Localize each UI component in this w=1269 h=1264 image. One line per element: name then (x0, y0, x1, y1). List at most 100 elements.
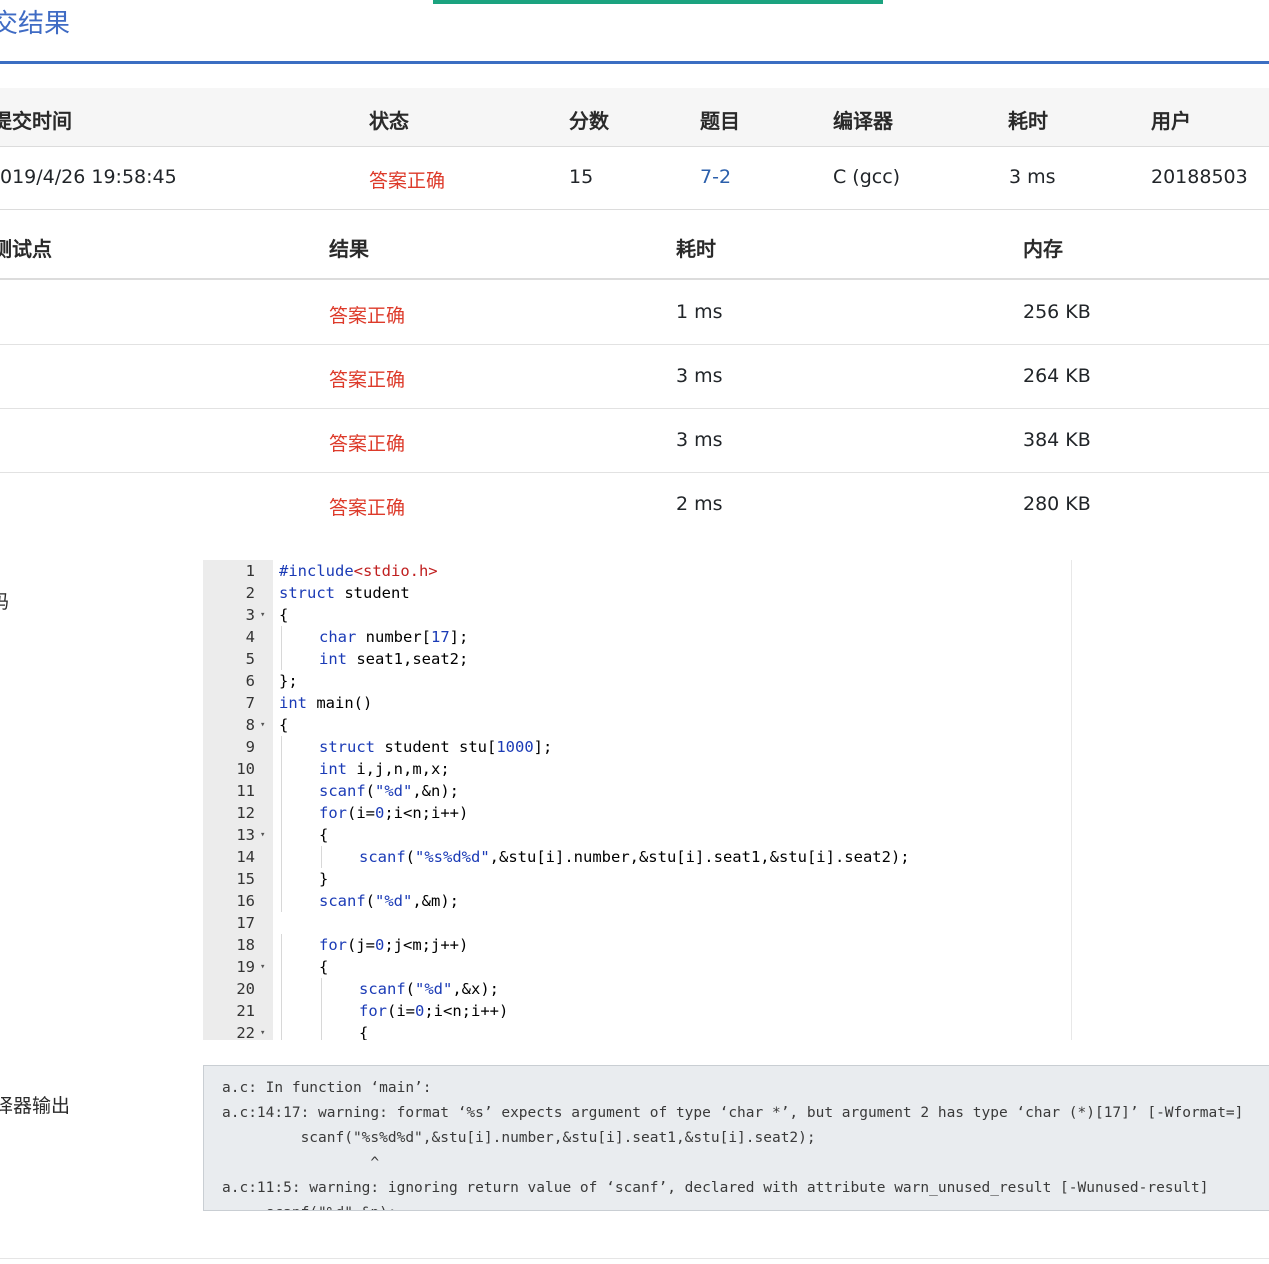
code-line: 7 int main() (203, 692, 1071, 714)
line-number: 4 (245, 628, 255, 646)
code-line: 16 scanf("%d",&m); (203, 890, 1071, 912)
testcase-memory: 280 KB (1023, 493, 1091, 515)
line-number: 8 (245, 716, 255, 734)
line-number: 16 (236, 892, 255, 910)
header-time-cost: 耗时 (1008, 109, 1048, 133)
code-line: 14 scanf("%s%d%d",&stu[i].number,&stu[i].… (203, 846, 1071, 868)
code-text: { (279, 716, 289, 734)
line-number: 9 (245, 738, 255, 756)
testcase-row: 答案正确 1 ms 256 KB (0, 281, 1269, 345)
code-text: scanf("%d",&x); (359, 980, 500, 998)
code-text: int main() (279, 694, 373, 712)
header-result: 结果 (329, 237, 369, 261)
code-text: } (319, 870, 329, 888)
line-number: 10 (236, 760, 255, 778)
testcase-time: 2 ms (676, 493, 723, 515)
header-submit-time: 提交时间 (0, 109, 72, 133)
submission-status: 答案正确 (369, 170, 446, 192)
testcase-result: 答案正确 (329, 433, 406, 455)
submission-duration: 3 ms (1009, 166, 1056, 188)
testcase-memory: 256 KB (1023, 301, 1091, 323)
code-label: 码 (0, 587, 9, 614)
line-number: 5 (245, 650, 255, 668)
code-line: 10 int i,j,n,m,x; (203, 758, 1071, 780)
code-line: 1 #include<stdio.h> (203, 560, 1071, 582)
line-number: 20 (236, 980, 255, 998)
compiler-output-text: a.c: In function ‘main’: a.c:14:17: warn… (222, 1080, 1244, 1210)
header-score: 分数 (569, 109, 609, 133)
code-line: 8 ▾ { (203, 714, 1071, 736)
submission-score: 15 (569, 166, 594, 188)
submission-table-header: 提交时间 状态 分数 题目 编译器 耗时 用户 (0, 88, 1269, 147)
line-number: 13 (236, 826, 255, 844)
fold-arrow-icon[interactable]: ▾ (260, 824, 268, 846)
testcase-row: 答案正确 3 ms 384 KB (0, 409, 1269, 473)
line-number: 2 (245, 584, 255, 602)
problem-link[interactable]: 7-2 (700, 166, 731, 188)
line-number: 11 (236, 782, 255, 800)
submission-compiler: C (gcc) (833, 166, 901, 188)
code-text: for(j=0;j<m;j++) (319, 936, 469, 954)
code-line: 15} (203, 868, 1071, 890)
code-text: struct student (279, 584, 410, 602)
line-number: 3 (245, 606, 255, 624)
testcase-table-header: 测试点 结果 耗时 内存 (0, 210, 1269, 280)
code-line: 2 struct student (203, 582, 1071, 604)
code-text: int seat1,seat2; (319, 650, 469, 668)
code-editor[interactable]: 1 #include<stdio.h> 2 struct student 3 ▾ {4 cha… (203, 560, 1072, 1040)
code-text: for(i=0;i<n;i++) (359, 1002, 509, 1020)
code-lines: 1 #include<stdio.h> 2 struct student 3 ▾ {4 cha… (203, 560, 1071, 1040)
header-memory: 内存 (1023, 237, 1063, 261)
compiler-output-label: 译器输出 (0, 1095, 71, 1117)
code-text: { (279, 606, 289, 624)
testcase-result: 答案正确 (329, 497, 406, 519)
code-text: for(i=0;i<n;i++) (319, 804, 469, 822)
testcase-result: 答案正确 (329, 369, 406, 391)
testcase-row: 答案正确 3 ms 264 KB (0, 345, 1269, 409)
top-accent-bar (433, 0, 883, 4)
line-number: 18 (236, 936, 255, 954)
testcase-result: 答案正确 (329, 305, 406, 327)
code-line: 11 scanf("%d",&n); (203, 780, 1071, 802)
header-status: 状态 (369, 109, 409, 133)
title-divider (0, 61, 1269, 64)
line-number: 19 (236, 958, 255, 976)
testcase-row: 答案正确 2 ms 280 KB (0, 473, 1269, 536)
testcase-memory: 384 KB (1023, 429, 1091, 451)
code-text: { (359, 1024, 369, 1040)
fold-arrow-icon[interactable]: ▾ (260, 714, 268, 736)
line-number: 17 (236, 914, 255, 932)
header-user: 用户 (1151, 109, 1191, 133)
code-line: 9 struct student stu[1000]; (203, 736, 1071, 758)
line-number: 22 (236, 1024, 255, 1040)
line-number: 12 (236, 804, 255, 822)
code-line: 20 scanf("%d",&x); (203, 978, 1071, 1000)
page-title: 交结果 (0, 9, 71, 39)
code-line: 17 (203, 912, 1071, 934)
code-text: scanf("%d",&m); (319, 892, 460, 910)
code-line: 4 char number[17]; (203, 626, 1071, 648)
fold-arrow-icon[interactable]: ▾ (260, 956, 268, 978)
code-text: { (319, 826, 329, 844)
testcase-time: 1 ms (676, 301, 723, 323)
code-text: }; (279, 672, 298, 690)
code-line: 6}; (203, 670, 1071, 692)
code-text: struct student stu[1000]; (319, 738, 553, 756)
code-text: { (319, 958, 329, 976)
code-line: 13 ▾ { (203, 824, 1071, 846)
bottom-divider (0, 1258, 1269, 1259)
submission-time: 019/4/26 19:58:45 (0, 166, 177, 188)
code-text: int i,j,n,m,x; (319, 760, 450, 778)
code-line: 21 for(i=0;i<n;i++) (203, 1000, 1071, 1022)
code-text: scanf("%d",&n); (319, 782, 460, 800)
submission-row: 019/4/26 19:58:45 答案正确 15 7-2 C (gcc) 3 … (0, 147, 1269, 210)
fold-arrow-icon[interactable]: ▾ (260, 604, 268, 626)
compiler-output-box[interactable]: a.c: In function ‘main’: a.c:14:17: warn… (203, 1065, 1269, 1211)
line-number: 14 (236, 848, 255, 866)
line-number: 6 (245, 672, 255, 690)
code-line: 22 ▾ { (203, 1022, 1071, 1040)
code-line: 19 ▾ { (203, 956, 1071, 978)
code-line: 5 int seat1,seat2; (203, 648, 1071, 670)
fold-arrow-icon[interactable]: ▾ (260, 1022, 268, 1040)
code-line: 18 for(j=0;j<m;j++) (203, 934, 1071, 956)
